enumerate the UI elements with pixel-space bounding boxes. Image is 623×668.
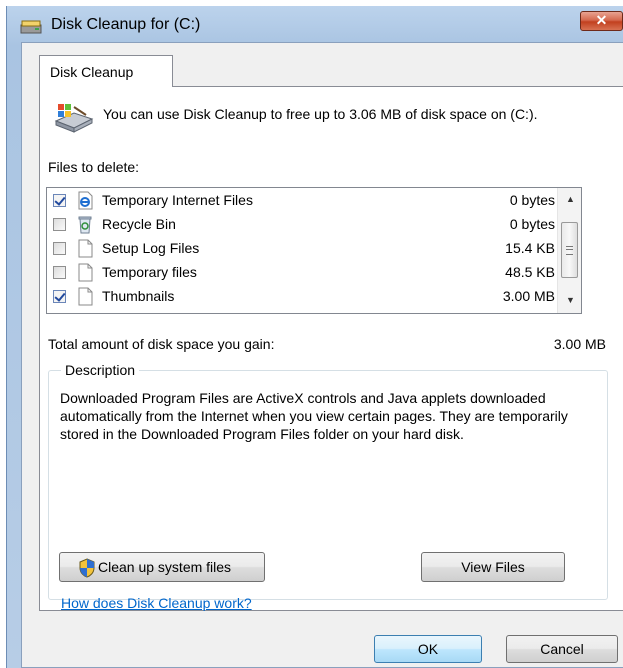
files-to-delete-label: Files to delete: bbox=[48, 159, 140, 175]
shield-icon bbox=[79, 558, 95, 578]
help-link[interactable]: How does Disk Cleanup work? bbox=[61, 595, 252, 611]
ok-button[interactable]: OK bbox=[374, 635, 482, 663]
file-name: Setup Log Files bbox=[102, 240, 200, 256]
window-title: Disk Cleanup for (C:) bbox=[51, 16, 201, 33]
description-group: Description Downloaded Program Files are… bbox=[48, 362, 608, 600]
description-legend: Description bbox=[61, 362, 140, 378]
file-size: 48.5 KB bbox=[505, 264, 555, 280]
close-button[interactable]: ✕ bbox=[580, 11, 623, 31]
grip-icon bbox=[566, 246, 573, 255]
scroll-up-icon[interactable]: ▲ bbox=[566, 194, 575, 204]
total-gain-label: Total amount of disk space you gain: bbox=[48, 336, 275, 352]
file-name: Recycle Bin bbox=[102, 216, 176, 232]
list-item-setup-log-files[interactable]: Setup Log Files 15.4 KB bbox=[47, 237, 555, 261]
recycle-bin-icon bbox=[78, 216, 92, 234]
clean-up-system-files-label: Clean up system files bbox=[98, 559, 232, 575]
scroll-thumb[interactable] bbox=[561, 222, 578, 278]
checkbox-recycle-bin[interactable] bbox=[53, 218, 66, 231]
files-to-delete-list[interactable]: Temporary Internet Files 0 bytes Recycle… bbox=[46, 187, 582, 314]
tab-label: Disk Cleanup bbox=[50, 64, 134, 80]
document-icon bbox=[78, 287, 93, 306]
file-name: Temporary Internet Files bbox=[102, 192, 253, 208]
ie-file-icon bbox=[78, 191, 93, 210]
list-item-temporary-internet-files[interactable]: Temporary Internet Files 0 bytes bbox=[47, 189, 555, 213]
list-item-thumbnails[interactable]: Thumbnails 3.00 MB bbox=[47, 285, 555, 309]
title-bar[interactable]: Disk Cleanup for (C:) ✕ bbox=[7, 6, 623, 44]
checkbox-temporary-internet-files[interactable] bbox=[53, 194, 66, 207]
drive-cleanup-icon bbox=[54, 104, 94, 133]
clean-up-system-files-button[interactable]: Clean up system files bbox=[59, 552, 265, 582]
file-name: Temporary files bbox=[102, 264, 197, 280]
document-icon bbox=[78, 239, 93, 258]
dialog-client-area: Disk Cleanup You can use Disk Cleanup to… bbox=[21, 42, 623, 668]
document-icon bbox=[78, 263, 93, 282]
tab-disk-cleanup[interactable]: Disk Cleanup bbox=[39, 55, 173, 87]
list-item-temporary-files[interactable]: Temporary files 48.5 KB bbox=[47, 261, 555, 285]
file-size: 15.4 KB bbox=[505, 240, 555, 256]
info-text: You can use Disk Cleanup to free up to 3… bbox=[103, 106, 538, 122]
file-size: 0 bytes bbox=[509, 216, 555, 232]
cancel-label: Cancel bbox=[540, 641, 584, 657]
list-item-recycle-bin[interactable]: Recycle Bin 0 bytes bbox=[47, 213, 555, 237]
ok-label: OK bbox=[417, 641, 439, 657]
file-size: 0 bytes bbox=[509, 192, 555, 208]
tab-panel: You can use Disk Cleanup to free up to 3… bbox=[39, 86, 623, 611]
view-files-label: View Files bbox=[461, 559, 525, 575]
checkbox-temporary-files[interactable] bbox=[53, 266, 66, 279]
disk-cleanup-window: Disk Cleanup for (C:) ✕ Disk Cleanup You… bbox=[6, 6, 623, 668]
file-name: Thumbnails bbox=[102, 288, 175, 304]
checkbox-setup-log-files[interactable] bbox=[53, 242, 66, 255]
view-files-button[interactable]: View Files bbox=[421, 552, 565, 582]
close-icon: ✕ bbox=[595, 12, 608, 28]
disk-cleanup-icon bbox=[20, 20, 42, 34]
description-text: Downloaded Program Files are ActiveX con… bbox=[60, 390, 568, 442]
total-gain-value: 3.00 MB bbox=[553, 336, 606, 352]
scroll-down-icon[interactable]: ▼ bbox=[566, 295, 575, 305]
cancel-button[interactable]: Cancel bbox=[506, 635, 618, 663]
vertical-scrollbar[interactable]: ▲ ▼ bbox=[557, 188, 581, 313]
file-size: 3.00 MB bbox=[502, 288, 555, 304]
checkbox-thumbnails[interactable] bbox=[53, 290, 66, 303]
